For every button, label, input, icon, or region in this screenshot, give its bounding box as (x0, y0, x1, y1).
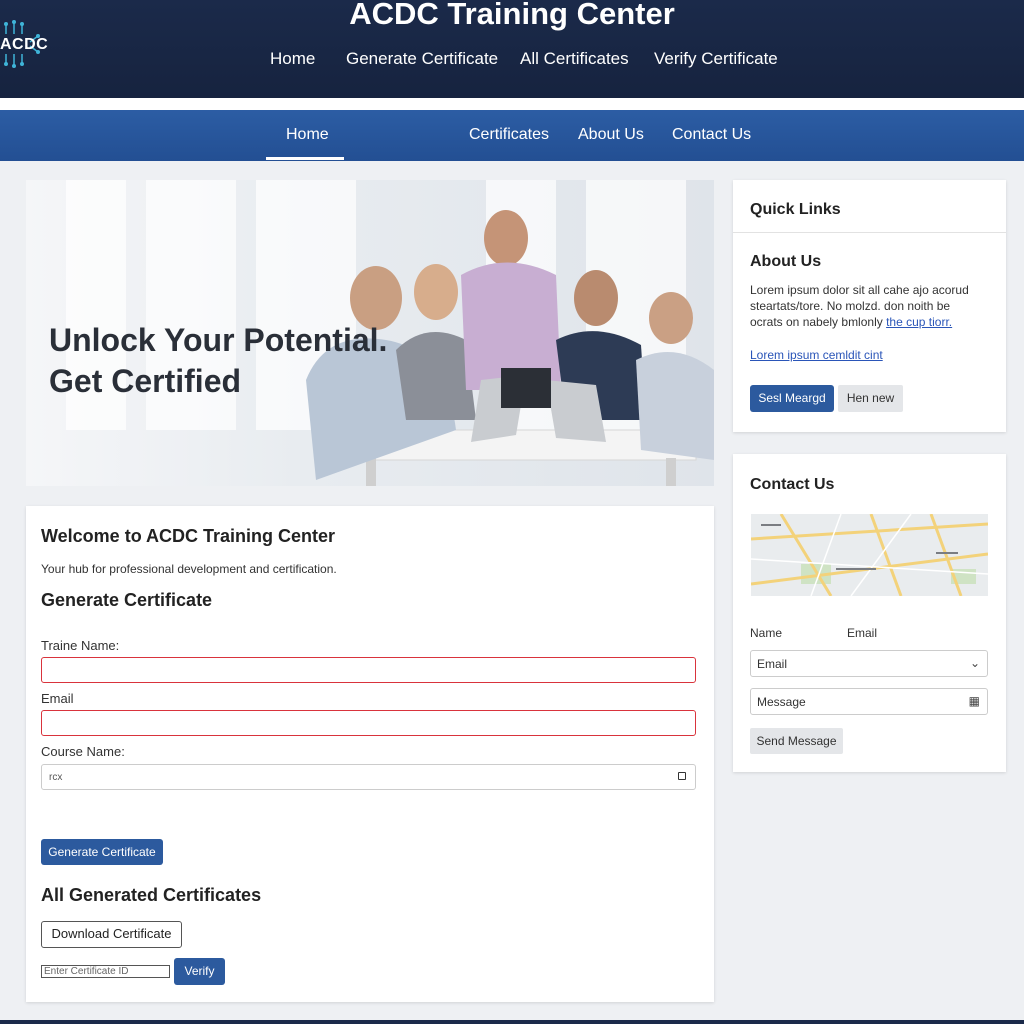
top-nav-all-certificates[interactable]: All Certificates (520, 49, 629, 69)
subnav-home[interactable]: Home (286, 126, 329, 144)
top-nav-home[interactable]: Home (270, 49, 315, 69)
header-divider (0, 98, 1024, 110)
quick-link-text[interactable]: Lorem ipsum cemldit cint (750, 348, 883, 362)
about-text-line-3: ocrats on nabely bmlonly (750, 315, 883, 329)
contact-email-select[interactable]: Email ⌄ (750, 650, 988, 677)
quick-links-title: Quick Links (750, 201, 841, 218)
quick-link[interactable]: Lorem ipsum cemldit cint (750, 347, 990, 363)
top-nav-verify-certificate[interactable]: Verify Certificate (654, 49, 778, 69)
contact-message-input[interactable]: Message ▦ (750, 688, 988, 715)
hero-line-1: Unlock Your Potential. (49, 322, 388, 358)
generate-certificate-title: Generate Certificate (41, 590, 213, 610)
trainee-name-label: Traine Name: (41, 638, 120, 653)
welcome-title: Welcome to ACDC Training Center (41, 526, 336, 546)
main-content-card: Welcome to ACDC Training Center Your hub… (26, 506, 714, 1002)
chevron-down-icon: ⌄ (969, 656, 980, 670)
hero-banner: Unlock Your Potential. Get Certified (26, 180, 714, 486)
contact-message-placeholder: Message (757, 695, 806, 709)
calendar-icon[interactable] (678, 772, 686, 780)
generate-certificate-button[interactable]: Generate Certificate (41, 839, 163, 865)
subnav-certificates[interactable]: Certificates (469, 126, 549, 144)
course-name-label: Course Name: (41, 744, 125, 759)
hero-headline: Unlock Your Potential. Get Certified (49, 320, 387, 402)
about-us-text: Lorem ipsum dolor sit all cahe ajo acoru… (750, 282, 990, 330)
email-label: Email (41, 691, 74, 706)
hero-line-2: Get Certified (49, 363, 242, 399)
secondary-nav: Home Certificates About Us Contact Us (0, 110, 1024, 161)
send-message-button[interactable]: Send Message (750, 728, 843, 754)
contact-name-label: Name (750, 626, 783, 640)
subnav-about-us[interactable]: About Us (578, 126, 644, 144)
about-us-title: About Us (750, 253, 822, 270)
welcome-text: Your hub for professional development an… (41, 562, 337, 576)
email-input[interactable] (41, 710, 696, 736)
about-text-link[interactable]: the cup tiorr. (886, 315, 952, 329)
certificate-id-placeholder: Enter Certificate ID (44, 966, 129, 977)
certificate-id-input[interactable]: Enter Certificate ID (41, 965, 170, 978)
course-name-input[interactable]: rcx (41, 764, 696, 790)
location-map[interactable] (751, 514, 988, 596)
top-nav-generate-certificate[interactable]: Generate Certificate (346, 49, 498, 69)
trainee-name-input[interactable] (41, 657, 696, 683)
map-illustration (751, 514, 988, 596)
top-nav: Home Generate Certificate All Certificat… (0, 49, 1024, 71)
course-name-value: rcx (49, 772, 63, 783)
about-text-line-1: Lorem ipsum dolor sit all cahe ajo acoru… (750, 283, 969, 297)
contact-email-label: Email (847, 626, 878, 640)
footer-bar (0, 1020, 1024, 1024)
about-text-line-2: steartats/tore. No molzd. don noith be (750, 299, 951, 313)
contact-card: Contact Us Name Email Email ⌄ Message ▦ … (733, 454, 1006, 772)
quick-links-card: Quick Links About Us Lorem ipsum dolor s… (733, 180, 1006, 432)
contact-title: Contact Us (750, 476, 835, 493)
all-certificates-title: All Generated Certificates (41, 885, 262, 905)
site-title: ACDC Training Center (349, 0, 675, 31)
download-certificate-button[interactable]: Download Certificate (41, 921, 182, 948)
quick-links-primary-button[interactable]: Sesl Meargd (750, 385, 834, 412)
table-icon: ▦ (968, 694, 980, 708)
active-tab-indicator (266, 157, 344, 160)
verify-button[interactable]: Verify (174, 958, 225, 985)
quick-links-secondary-button[interactable]: Hen new (838, 385, 903, 412)
contact-email-placeholder: Email (757, 657, 788, 671)
top-header: ACDC ACDC Training Center Home Generate … (0, 0, 1024, 98)
divider (733, 232, 1006, 233)
subnav-contact-us[interactable]: Contact Us (672, 126, 751, 144)
